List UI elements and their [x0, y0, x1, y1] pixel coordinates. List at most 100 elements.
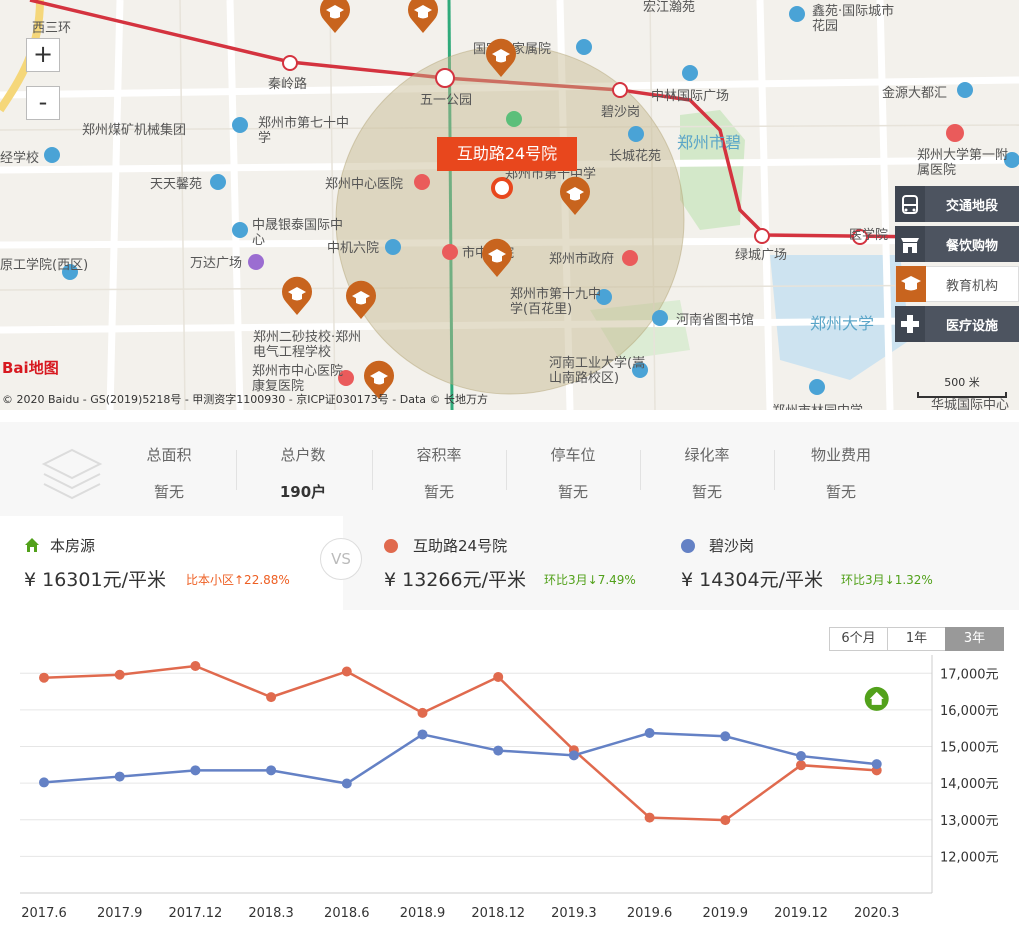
range-tabs: 6个月 1年 3年 — [829, 627, 1004, 651]
school-pin-icon[interactable] — [280, 276, 314, 316]
school-pin-icon[interactable] — [318, 0, 352, 34]
stat-value: 暂无 — [825, 483, 856, 501]
community-b-dot — [681, 539, 695, 553]
x-tick-label: 2019.12 — [774, 906, 828, 921]
map-label: 秦岭路 — [268, 77, 308, 92]
scale-label: 500 米 — [944, 376, 980, 389]
poi-button-bus[interactable]: 交通地段 — [895, 186, 1019, 222]
zoom-in-button[interactable]: + — [26, 38, 60, 72]
school-pin-icon[interactable] — [344, 280, 378, 320]
community-b-note: 环比3月↓1.32% — [841, 573, 933, 587]
school-pin-icon[interactable] — [558, 176, 592, 216]
data-point — [39, 777, 49, 788]
medical-icon — [895, 306, 925, 342]
community-stats: 总面积 暂无 总户数 190户 容积率 暂无 停车位 暂无 绿化率 暂无 物业费用 暂无 — [0, 422, 1019, 516]
shop-icon — [895, 226, 925, 262]
poi-button-label: 教育机构 — [945, 278, 998, 294]
map-label: 医学院 — [849, 228, 889, 243]
stat-divider — [372, 450, 373, 490]
y-tick-label: 16,000元 — [940, 704, 999, 719]
x-tick-label: 2019.3 — [551, 906, 597, 921]
x-tick-label: 2019.6 — [627, 906, 673, 921]
community-a-price: ¥ 13266元/平米 — [384, 569, 526, 591]
stat-label: 物业费用 — [810, 446, 871, 464]
map-label: 河南工业大学(嵩山南路校区) — [549, 356, 646, 386]
data-point — [493, 745, 504, 756]
poi-button-shop[interactable]: 餐饮购物 — [895, 226, 1019, 262]
x-tick-label: 2018.3 — [248, 906, 294, 921]
map-label: 长城花苑 — [609, 149, 662, 164]
data-point — [720, 731, 731, 742]
stat-label: 容积率 — [416, 446, 462, 464]
stat-label: 绿化率 — [684, 446, 730, 464]
community-a-dot — [384, 539, 398, 553]
stat-item: 总户数 190户 — [248, 444, 358, 502]
data-point — [796, 751, 806, 762]
compare-panel: 互助路24号院 ¥ 13266元/平米 环比3月↓7.49% 碧沙岗 ¥ 143… — [343, 516, 1019, 610]
map-label: 原工学院(西区) — [0, 258, 89, 273]
property-callout[interactable]: 互助路24号院 — [437, 137, 577, 171]
map-label: 郑州中心医院 — [325, 177, 404, 192]
stat-item: 停车位 暂无 — [518, 444, 628, 502]
stat-value: 暂无 — [153, 483, 184, 501]
data-point — [644, 812, 655, 823]
school-pin-icon[interactable] — [406, 0, 440, 34]
stat-divider — [774, 450, 775, 490]
data-point — [266, 765, 277, 776]
baidu-logo: Bai地图 — [2, 359, 59, 377]
this-house-title: 本房源 — [50, 537, 96, 555]
map-view[interactable]: 西三环 秦岭路 郑州煤矿机械集团 郑州市第七十中学 经学校 天天馨苑 中晟银泰国际中心 中机六… — [0, 0, 1019, 410]
stat-value: 暂无 — [691, 483, 722, 501]
stat-value: 暂无 — [557, 483, 588, 501]
range-tab-1y[interactable]: 1年 — [887, 627, 946, 651]
map-label: 郑州市第十九中学(百花里) — [510, 287, 602, 317]
stat-label: 总面积 — [146, 446, 192, 464]
data-point — [568, 750, 579, 761]
poi-button-medical[interactable]: 医疗设施 — [895, 306, 1019, 342]
map-label: 碧沙岗 — [601, 105, 641, 120]
poi-button-education[interactable]: 教育机构 — [895, 266, 1019, 302]
map-label: 郑州大学 — [810, 314, 875, 333]
house-icon — [25, 538, 39, 552]
zoom-out-button[interactable]: - — [26, 86, 60, 120]
poi-button-label: 交通地段 — [945, 198, 998, 214]
stat-item: 容积率 暂无 — [384, 444, 494, 502]
community-b-title: 碧沙岗 — [709, 537, 755, 555]
data-point — [39, 672, 49, 683]
layers-icon — [41, 448, 103, 500]
y-tick-label: 14,000元 — [940, 777, 999, 792]
map-label: 天天馨苑 — [150, 177, 203, 192]
x-tick-label: 2018.12 — [471, 906, 525, 921]
this-house-note: 比本小区↑22.88% — [186, 573, 290, 587]
community-a-note: 环比3月↓7.49% — [544, 573, 636, 587]
data-point — [341, 666, 352, 677]
x-tick-label: 2018.6 — [324, 906, 370, 921]
map-label: 万达广场 — [190, 256, 243, 271]
data-point — [114, 669, 125, 680]
map-copyright: © 2020 Baidu - GS(2019)5218号 - 甲测资字11009… — [2, 393, 489, 406]
y-tick-label: 13,000元 — [940, 814, 999, 829]
y-tick-label: 17,000元 — [940, 667, 999, 682]
map-label: 中林国际广场 — [651, 89, 730, 104]
community-a-title: 互助路24号院 — [413, 537, 508, 555]
stat-item: 总面积 暂无 — [114, 444, 224, 502]
map-label: 郑州市政府 — [549, 252, 615, 267]
range-tab-3y[interactable]: 3年 — [945, 627, 1004, 651]
map-label: 五一公园 — [420, 93, 473, 108]
x-tick-label: 2017.9 — [97, 906, 143, 921]
x-tick-label: 2019.9 — [703, 906, 749, 921]
range-tab-6m[interactable]: 6个月 — [829, 627, 888, 651]
map-label: 郑州二砂技校·郑州电气工程学校 — [253, 330, 362, 360]
this-house-price: ¥ 16301元/平米 — [24, 569, 166, 591]
map-label: 河南省图书馆 — [676, 313, 755, 328]
data-point — [266, 692, 277, 703]
map-label: 西三环 — [32, 21, 72, 36]
community-b-price: ¥ 14304元/平米 — [681, 569, 823, 591]
school-pin-icon[interactable] — [484, 38, 518, 78]
stat-value: 暂无 — [423, 483, 454, 501]
school-pin-icon[interactable] — [480, 238, 514, 278]
price-compare: 本房源 ¥ 16301元/平米 比本小区↑22.88% 互助路24号院 ¥ 13… — [0, 516, 1019, 610]
map-label: 郑州市碧 — [677, 133, 742, 152]
map-label: 郑州煤矿机械集团 — [82, 123, 187, 138]
map-label: 中机六院 — [327, 241, 380, 256]
